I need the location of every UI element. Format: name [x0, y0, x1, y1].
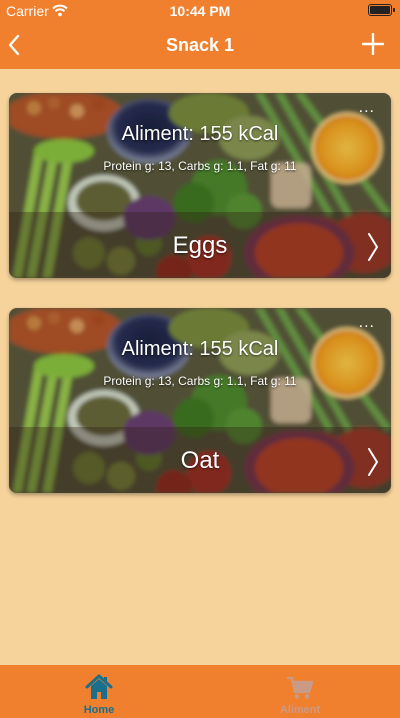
chevron-right-icon — [368, 233, 378, 261]
add-button[interactable] — [361, 32, 385, 56]
tab-home-label: Home — [83, 704, 115, 716]
tab-aliment[interactable]: Aliment — [245, 665, 355, 718]
more-icon[interactable]: ... — [359, 100, 375, 116]
page-title: Snack 1 — [165, 35, 235, 55]
navigation-bar: Snack 1 — [0, 22, 400, 69]
card-name: Eggs — [172, 232, 228, 259]
card-kcal: Aliment: 155 kCal — [121, 338, 279, 360]
meal-card[interactable]: ... Aliment: 155 kCal Protein g: 13, Car… — [9, 93, 391, 278]
tab-aliment-label: Aliment — [279, 704, 321, 716]
battery-icon — [368, 4, 395, 16]
chevron-right-icon — [368, 448, 378, 476]
tab-home[interactable]: Home — [44, 665, 154, 718]
plus-icon — [361, 32, 385, 56]
more-icon[interactable]: ... — [359, 315, 375, 331]
card-name: Oat — [180, 447, 220, 474]
cart-icon — [286, 676, 314, 699]
status-bar: Carrier 10:44 PM — [0, 0, 400, 22]
card-macros: Protein g: 13, Carbs g: 1.1, Fat g: 11 — [103, 374, 297, 388]
card-macros: Protein g: 13, Carbs g: 1.1, Fat g: 11 — [103, 159, 297, 173]
meal-card[interactable]: ... Aliment: 155 kCal Protein g: 13, Car… — [9, 308, 391, 493]
tab-bar: Home Aliment — [0, 665, 400, 718]
status-time: 10:44 PM — [169, 3, 231, 19]
card-kcal: Aliment: 155 kCal — [121, 123, 279, 145]
home-icon — [85, 674, 113, 699]
